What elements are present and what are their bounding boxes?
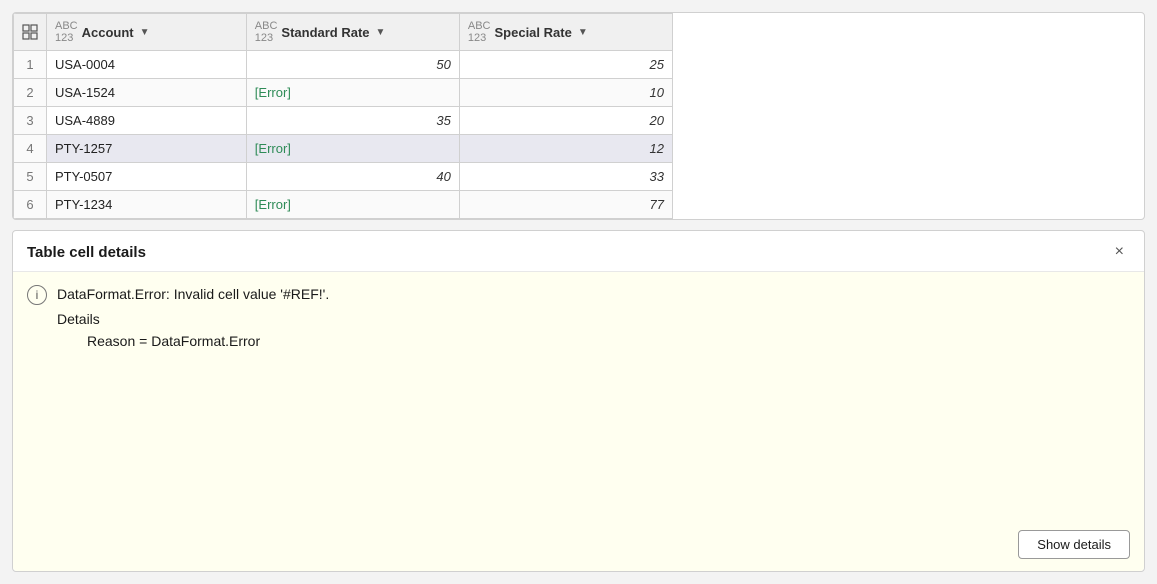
table-row[interactable]: 4PTY-1257[Error]12 xyxy=(14,135,673,163)
standard-rate-cell[interactable]: 50 xyxy=(246,51,459,79)
standard-rate-cell[interactable]: 35 xyxy=(246,107,459,135)
error-top: i DataFormat.Error: Invalid cell value '… xyxy=(27,284,1130,305)
main-container: ABC123 Account ▼ ABC123 Standard Rate ▼ xyxy=(0,0,1157,584)
account-cell[interactable]: USA-4889 xyxy=(47,107,247,135)
special-rate-cell[interactable]: 12 xyxy=(459,135,672,163)
account-dropdown-icon[interactable]: ▼ xyxy=(140,27,150,38)
table-row[interactable]: 2USA-1524[Error]10 xyxy=(14,79,673,107)
row-number-cell: 5 xyxy=(14,163,47,191)
close-button[interactable]: × xyxy=(1109,241,1130,263)
account-type-icon: ABC123 xyxy=(55,20,78,44)
standard-rate-type-icon: ABC123 xyxy=(255,20,278,44)
table-row[interactable]: 6PTY-1234[Error]77 xyxy=(14,191,673,219)
row-number-cell: 3 xyxy=(14,107,47,135)
special-rate-cell[interactable]: 10 xyxy=(459,79,672,107)
special-rate-cell[interactable]: 25 xyxy=(459,51,672,79)
info-icon: i xyxy=(27,285,47,305)
special-rate-cell[interactable]: 33 xyxy=(459,163,672,191)
standard-rate-cell[interactable]: [Error] xyxy=(246,135,459,163)
details-panel-body: i DataFormat.Error: Invalid cell value '… xyxy=(13,272,1144,571)
details-panel-title: Table cell details xyxy=(27,244,146,261)
grid-table-icon xyxy=(22,24,38,40)
show-details-button[interactable]: Show details xyxy=(1018,530,1130,559)
special-rate-type-icon: ABC123 xyxy=(468,20,491,44)
special-rate-dropdown-icon[interactable]: ▼ xyxy=(578,27,588,38)
standard-rate-column-header[interactable]: ABC123 Standard Rate ▼ xyxy=(246,14,459,51)
account-column-header[interactable]: ABC123 Account ▼ xyxy=(47,14,247,51)
account-cell[interactable]: USA-1524 xyxy=(47,79,247,107)
standard-rate-cell[interactable]: [Error] xyxy=(246,79,459,107)
error-details-label: Details xyxy=(27,311,1130,327)
error-content: i DataFormat.Error: Invalid cell value '… xyxy=(27,284,1130,349)
details-panel: Table cell details × i DataFormat.Error:… xyxy=(12,230,1145,572)
table-row[interactable]: 1USA-00045025 xyxy=(14,51,673,79)
special-rate-cell[interactable]: 20 xyxy=(459,107,672,135)
row-number-cell: 2 xyxy=(14,79,47,107)
special-rate-column-label: Special Rate xyxy=(495,25,572,40)
table-row[interactable]: 3USA-48893520 xyxy=(14,107,673,135)
account-cell[interactable]: PTY-1234 xyxy=(47,191,247,219)
account-cell[interactable]: USA-0004 xyxy=(47,51,247,79)
account-column-label: Account xyxy=(82,25,134,40)
data-table: ABC123 Account ▼ ABC123 Standard Rate ▼ xyxy=(13,13,673,219)
standard-rate-cell[interactable]: [Error] xyxy=(246,191,459,219)
account-cell[interactable]: PTY-1257 xyxy=(47,135,247,163)
standard-rate-dropdown-icon[interactable]: ▼ xyxy=(376,27,386,38)
standard-rate-column-label: Standard Rate xyxy=(281,25,369,40)
row-number-cell: 6 xyxy=(14,191,47,219)
table-section: ABC123 Account ▼ ABC123 Standard Rate ▼ xyxy=(12,12,1145,220)
special-rate-column-header[interactable]: ABC123 Special Rate ▼ xyxy=(459,14,672,51)
row-number-header xyxy=(14,14,47,51)
error-message: DataFormat.Error: Invalid cell value '#R… xyxy=(57,284,329,305)
details-panel-header: Table cell details × xyxy=(13,231,1144,272)
standard-rate-cell[interactable]: 40 xyxy=(246,163,459,191)
special-rate-cell[interactable]: 77 xyxy=(459,191,672,219)
table-row[interactable]: 5PTY-05074033 xyxy=(14,163,673,191)
row-number-cell: 4 xyxy=(14,135,47,163)
details-footer: Show details xyxy=(27,522,1130,559)
account-cell[interactable]: PTY-0507 xyxy=(47,163,247,191)
row-number-cell: 1 xyxy=(14,51,47,79)
error-reason: Reason = DataFormat.Error xyxy=(27,333,1130,349)
